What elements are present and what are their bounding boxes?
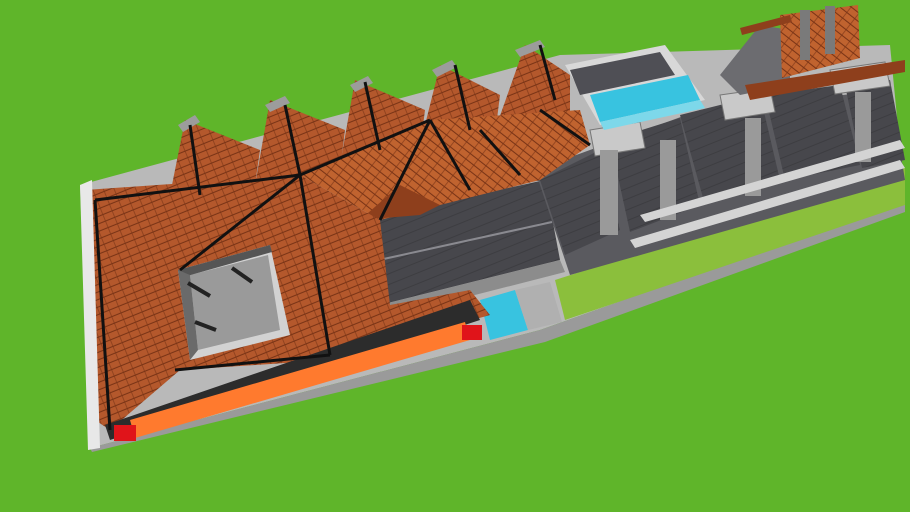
- model-viewport[interactable]: [0, 0, 910, 512]
- model-scene: [0, 0, 910, 512]
- red-block: [114, 425, 136, 441]
- red-block: [462, 325, 482, 340]
